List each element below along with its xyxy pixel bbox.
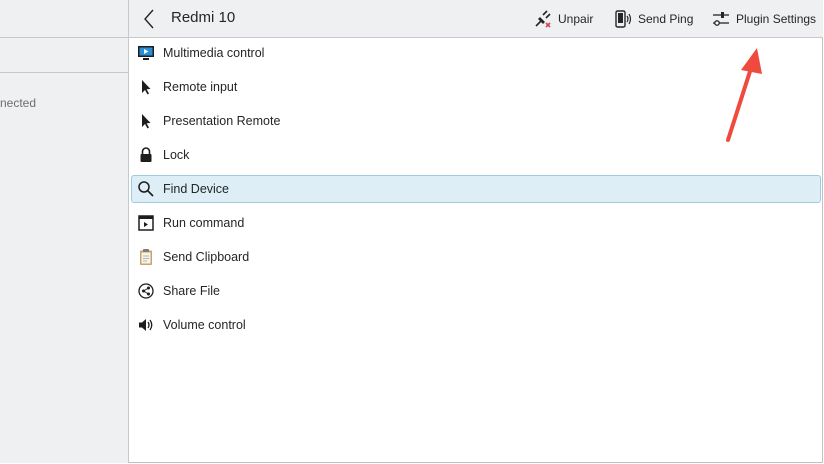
- plugin-item-label: Lock: [163, 148, 190, 162]
- plugin-item-label: Remote input: [163, 80, 238, 94]
- plugin-item-label: Presentation Remote: [163, 114, 281, 128]
- sidebar-divider: [0, 72, 128, 73]
- terminal-window-icon: [137, 214, 155, 232]
- send-ping-label: Send Ping: [638, 12, 694, 26]
- clipboard-icon: [137, 248, 155, 266]
- speaker-icon: [137, 316, 155, 334]
- phone-ping-icon: [615, 10, 632, 28]
- device-title: Redmi 10: [171, 9, 236, 26]
- pointer-icon: [137, 112, 155, 130]
- plugin-item-volume-control[interactable]: Volume control: [131, 311, 821, 339]
- device-header: Redmi 10 Unpair Send Ping Plugin Setting…: [129, 0, 823, 38]
- sliders-icon: [713, 12, 729, 26]
- plugin-item-label: Run command: [163, 216, 245, 230]
- plugin-item-label: Volume control: [163, 318, 246, 332]
- annotation-arrow-icon: [726, 48, 762, 142]
- plugin-item-run-command[interactable]: Run command: [131, 209, 821, 237]
- plugin-item-label: Multimedia control: [163, 46, 265, 60]
- send-ping-button[interactable]: Send Ping: [613, 8, 693, 30]
- plugin-item-share-file[interactable]: Share File: [131, 277, 821, 305]
- plugin-item-label: Share File: [163, 284, 220, 298]
- sidebar-header: [0, 0, 128, 38]
- plugin-item-send-clipboard[interactable]: Send Clipboard: [131, 243, 821, 271]
- device-connection-status[interactable]: nected: [0, 96, 36, 110]
- plugin-settings-label: Plugin Settings: [736, 12, 817, 26]
- pointer-icon: [137, 78, 155, 96]
- plugin-item-label: Send Clipboard: [163, 250, 250, 264]
- chevron-left-icon: [144, 9, 154, 29]
- unpair-button[interactable]: Unpair: [533, 8, 593, 30]
- sidebar: nected: [0, 0, 129, 463]
- share-icon: [137, 282, 155, 300]
- plugin-item-label: Find Device: [163, 182, 229, 196]
- back-button[interactable]: [137, 6, 161, 32]
- plugin-item-find-device[interactable]: Find Device: [131, 175, 821, 203]
- search-icon: [137, 180, 155, 198]
- unpair-icon: [535, 10, 551, 28]
- monitor-play-icon: [137, 44, 155, 62]
- lock-icon: [137, 146, 155, 164]
- plugin-settings-button[interactable]: Plugin Settings: [711, 8, 816, 30]
- unpair-label: Unpair: [558, 12, 594, 26]
